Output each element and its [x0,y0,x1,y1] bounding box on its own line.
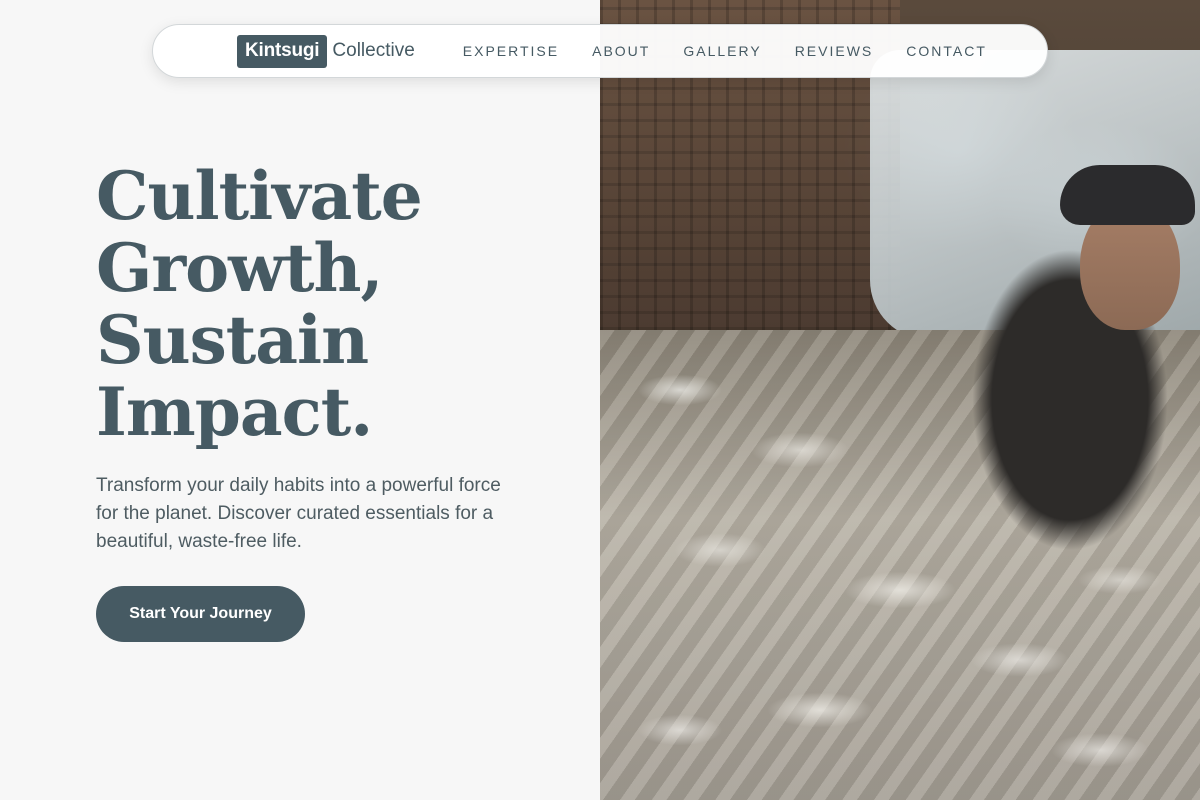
nav-link-about[interactable]: ABOUT [592,43,650,59]
hero-photo [600,0,1200,800]
nav-link-contact[interactable]: CONTACT [906,43,987,59]
navbar: Kintsugi Collective EXPERTISE ABOUT GALL… [152,24,1048,78]
start-journey-button[interactable]: Start Your Journey [96,586,305,642]
brand-name: Collective [332,40,415,61]
brand-logo[interactable]: Kintsugi Collective [237,34,415,68]
brand-highlight: Kintsugi [237,34,328,68]
hero-title-line: Sustain [96,301,369,379]
flat-cap [1060,165,1195,225]
hero-title: Cultivate Growth, Sustain Impact. [96,160,576,448]
hero-title-line: Cultivate [96,157,423,235]
nav-links: EXPERTISE ABOUT GALLERY REVIEWS CONTACT [463,43,987,59]
hero-title-line: Impact. [96,373,373,451]
nav-link-gallery[interactable]: GALLERY [683,43,761,59]
hero-title-line: Growth, [96,229,383,307]
nav-link-expertise[interactable]: EXPERTISE [463,43,559,59]
nav-link-reviews[interactable]: REVIEWS [795,43,874,59]
hero-subtitle: Transform your daily habits into a power… [96,475,501,552]
